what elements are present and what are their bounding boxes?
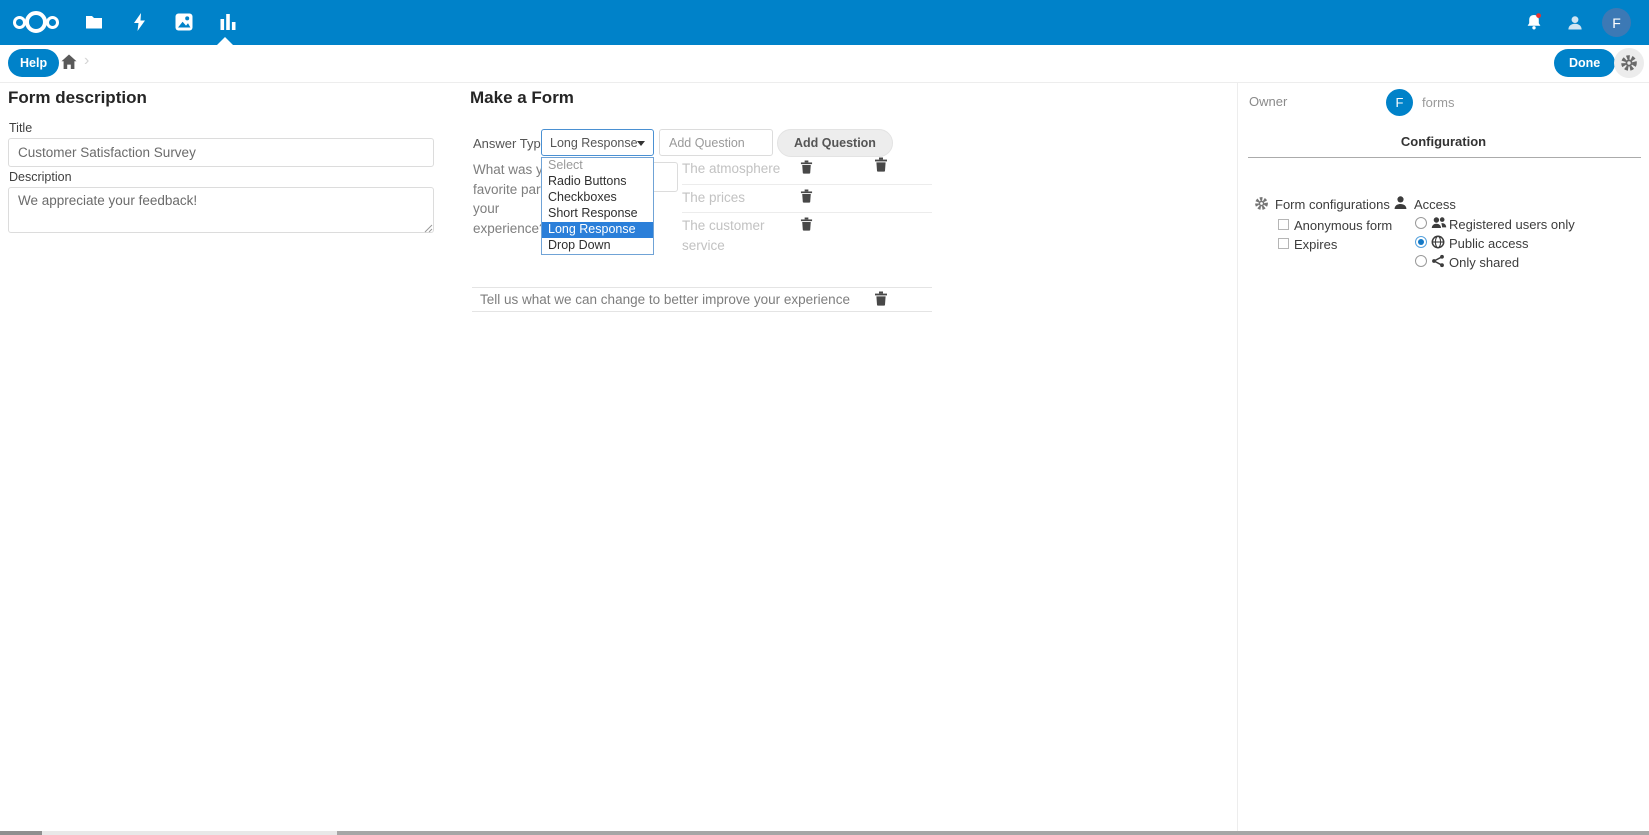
delete-answer-trash-icon[interactable] (800, 217, 813, 234)
radio-selected[interactable] (1415, 236, 1427, 248)
checkbox-unchecked[interactable] (1278, 238, 1289, 249)
question-text: Tell us what we can change to better imp… (480, 292, 850, 307)
share-icon (1431, 254, 1445, 273)
answer-row: The atmosphere (682, 156, 932, 185)
notification-dot (1536, 13, 1541, 18)
description-label: Description (9, 170, 72, 184)
nextcloud-forms-window: F Help › Done Form description Title Des… (0, 0, 1649, 835)
question-row: Tell us what we can change to better imp… (472, 287, 932, 312)
checkbox-unchecked[interactable] (1278, 219, 1289, 230)
dropdown-option-short-response[interactable]: Short Response (542, 206, 653, 222)
dropdown-option-select[interactable]: Select (542, 158, 653, 174)
delete-answer-trash-icon[interactable] (800, 160, 813, 177)
access-heading: Access (1414, 197, 1456, 212)
title-label: Title (9, 121, 32, 135)
home-icon[interactable] (59, 53, 79, 73)
settings-sidebar: Owner F forms Configuration Form configu… (1237, 83, 1649, 835)
answer-text: The atmosphere (682, 159, 794, 179)
activity-icon[interactable] (130, 12, 150, 32)
user-avatar[interactable]: F (1602, 8, 1631, 37)
delete-answer-trash-icon[interactable] (800, 189, 813, 206)
answer-text: The prices (682, 188, 794, 208)
form-configurations-heading: Form configurations (1275, 197, 1390, 212)
scrollbar-segment (0, 831, 42, 835)
radio-label: Public access (1449, 236, 1528, 251)
radio-label: Registered users only (1449, 217, 1575, 232)
delete-question-trash-icon[interactable] (874, 157, 888, 175)
radio-unselected[interactable] (1415, 255, 1427, 267)
answer-type-select[interactable]: Long Response (541, 129, 654, 156)
secondary-toolbar: Help › Done (0, 45, 1649, 83)
answer-text: The customer service (682, 216, 794, 255)
contacts-icon[interactable] (1565, 13, 1585, 33)
dropdown-option-drop-down[interactable]: Drop Down (542, 238, 653, 254)
checkbox-label: Anonymous form (1294, 218, 1392, 233)
gear-icon[interactable] (1614, 48, 1644, 78)
configuration-divider (1248, 157, 1641, 158)
users-icon (1431, 216, 1447, 235)
answer-type-selected-value: Long Response (550, 136, 638, 150)
answer-row: The customer service (682, 213, 932, 260)
photos-icon[interactable] (174, 12, 194, 32)
nextcloud-logo[interactable] (13, 9, 63, 35)
notifications-bell-icon[interactable] (1523, 12, 1543, 32)
owner-label: Owner (1249, 94, 1287, 109)
radio-label: Only shared (1449, 255, 1519, 270)
files-icon[interactable] (84, 12, 104, 32)
forms-icon[interactable] (218, 12, 238, 32)
breadcrumb-chevron-icon: › (84, 52, 89, 70)
dropdown-option-radio-buttons[interactable]: Radio Buttons (542, 174, 653, 190)
scrollbar-thumb[interactable] (337, 831, 1649, 835)
checkbox-label: Expires (1294, 237, 1337, 252)
active-app-indicator (217, 37, 233, 45)
done-button[interactable]: Done (1554, 49, 1615, 77)
make-a-form-heading: Make a Form (470, 88, 574, 108)
dropdown-option-long-response[interactable]: Long Response (542, 222, 653, 238)
add-question-input[interactable] (659, 129, 773, 156)
chevron-down-icon (637, 141, 645, 146)
globe-icon (1431, 235, 1445, 254)
help-button[interactable]: Help (8, 49, 59, 77)
owner-name: forms (1422, 95, 1455, 110)
description-textarea[interactable]: We appreciate your feedback! (8, 187, 434, 233)
horizontal-scrollbar[interactable] (0, 831, 1649, 835)
dropdown-option-checkboxes[interactable]: Checkboxes (542, 190, 653, 206)
form-description-heading: Form description (8, 88, 147, 108)
owner-avatar: F (1386, 89, 1413, 116)
title-input[interactable] (8, 138, 434, 167)
answer-row: The prices (682, 185, 932, 214)
answer-type-label: Answer Type: (473, 136, 552, 151)
radio-unselected[interactable] (1415, 217, 1427, 229)
answer-type-dropdown-list: Select Radio Buttons Checkboxes Short Re… (541, 157, 654, 255)
add-question-button[interactable]: Add Question (777, 129, 893, 157)
gear-icon (1254, 196, 1269, 216)
delete-question-trash-icon[interactable] (874, 291, 888, 309)
question-answers-list: The atmosphere The prices The customer s… (682, 156, 932, 261)
top-navigation-bar: F (0, 0, 1649, 45)
person-icon (1393, 195, 1408, 216)
configuration-heading: Configuration (1238, 134, 1649, 149)
